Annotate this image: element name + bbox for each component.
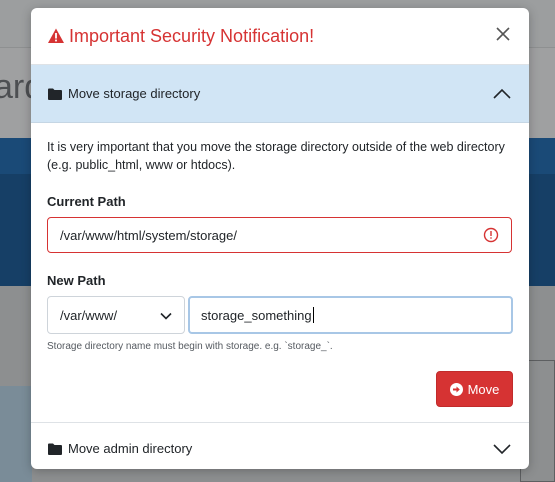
error-circle-icon xyxy=(483,227,499,243)
current-path-value: /var/www/html/system/storage/ xyxy=(60,227,237,243)
accordion-body-move-storage: It is very important that you move the s… xyxy=(31,123,529,422)
close-icon xyxy=(496,26,510,46)
background-map xyxy=(0,386,32,482)
warning-triangle-icon xyxy=(47,27,65,45)
new-path-select[interactable]: /var/www/ xyxy=(47,296,185,334)
accordion-label-move-admin: Move admin directory xyxy=(68,441,193,456)
chevron-up-icon xyxy=(492,87,512,101)
folder-icon xyxy=(48,443,62,455)
accordion-label-move-storage: Move storage directory xyxy=(68,86,201,101)
modal-title: Important Security Notification! xyxy=(69,25,315,46)
storage-description: It is very important that you move the s… xyxy=(47,140,505,172)
arrow-circle-right-icon xyxy=(449,382,463,396)
accordion-header-move-storage[interactable]: Move storage directory xyxy=(31,65,529,123)
modal-header: Important Security Notification! xyxy=(31,8,529,65)
chevron-down-icon xyxy=(492,442,512,456)
folder-icon xyxy=(48,88,62,100)
new-path-select-value: /var/www/ xyxy=(60,307,118,323)
new-path-input-value: storage_something xyxy=(201,307,312,323)
new-path-label: New Path xyxy=(47,273,106,288)
move-button-label: Move xyxy=(467,381,500,397)
new-path-input[interactable]: storage_something xyxy=(188,296,513,334)
current-path-label: Current Path xyxy=(47,194,126,209)
chevron-down-icon xyxy=(160,308,172,323)
storage-help-text: Storage directory name must begin with s… xyxy=(47,341,333,352)
text-caret xyxy=(312,307,314,323)
close-button[interactable] xyxy=(493,26,513,46)
move-storage-button[interactable]: Move xyxy=(436,371,513,407)
current-path-field[interactable]: /var/www/html/system/storage/ xyxy=(47,217,512,253)
accordion-header-move-admin[interactable]: Move admin directory xyxy=(31,422,529,469)
security-notification-modal: Important Security Notification! Move st… xyxy=(31,8,529,469)
